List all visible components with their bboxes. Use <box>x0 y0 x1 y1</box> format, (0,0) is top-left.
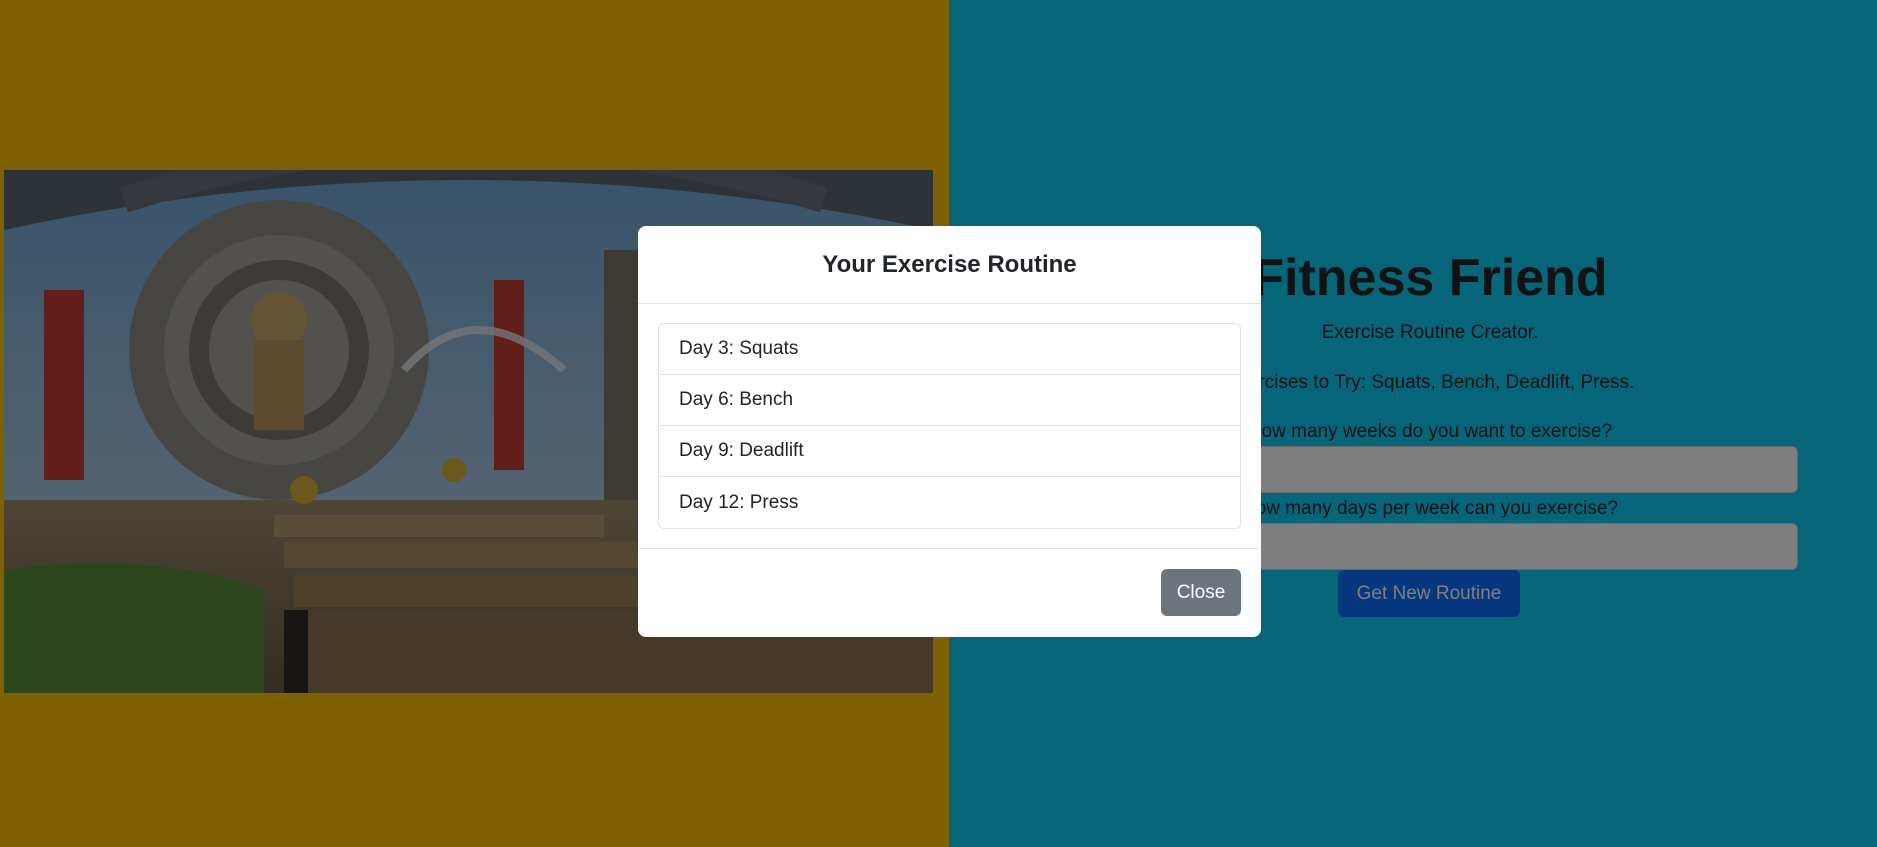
routine-modal: Your Exercise Routine Day 3: Squats Day … <box>638 226 1261 637</box>
routine-item-2: Day 6: Bench <box>659 375 1240 426</box>
modal-body: Day 3: Squats Day 6: Bench Day 9: Deadli… <box>638 304 1261 549</box>
modal-header: Your Exercise Routine <box>638 226 1261 304</box>
routine-item-3: Day 9: Deadlift <box>659 426 1240 477</box>
routine-item-1: Day 3: Squats <box>659 324 1240 375</box>
close-button[interactable]: Close <box>1161 569 1241 616</box>
routine-item-4: Day 12: Press <box>679 491 799 513</box>
modal-title: Your Exercise Routine <box>822 250 1077 278</box>
routine-list: Day 3: Squats Day 6: Bench Day 9: Deadli… <box>658 323 1241 529</box>
modal-footer: Close <box>638 549 1261 637</box>
